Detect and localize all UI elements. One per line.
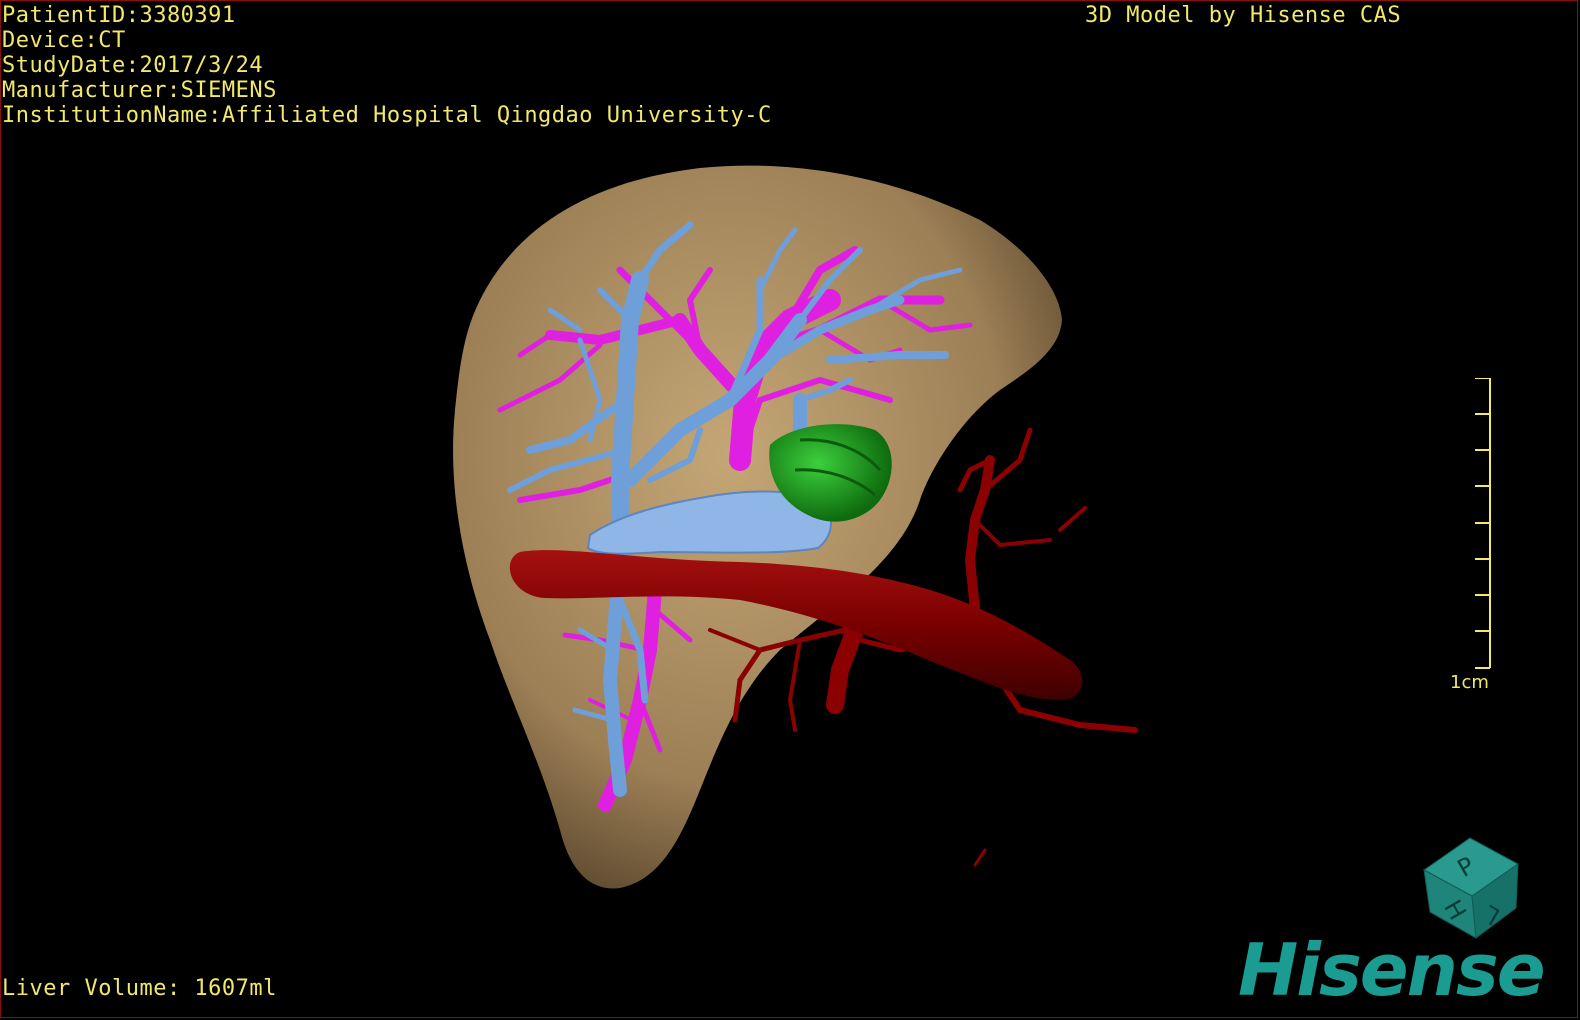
hisense-logo: Hisense	[1238, 928, 1546, 1012]
model-credit-label: 3D Model by Hisense CAS	[1085, 3, 1402, 28]
study-date-label: StudyDate:2017/3/24	[2, 53, 264, 78]
device-label: Device:CT	[2, 28, 126, 53]
scale-bar	[1475, 378, 1491, 669]
liver-volume-label: Liver Volume: 1607ml	[2, 976, 277, 1001]
scale-bar-label: 1cm	[1450, 672, 1489, 693]
patient-id-label: PatientID:3380391	[2, 3, 236, 28]
manufacturer-label: Manufacturer:SIEMENS	[2, 78, 277, 103]
institution-label: InstitutionName:Affiliated Hospital Qing…	[2, 103, 772, 128]
3d-liver-model-view[interactable]	[0, 0, 1580, 1020]
study-info-overlay: PatientID:3380391 Device:CT StudyDate:2017…	[2, 3, 772, 128]
